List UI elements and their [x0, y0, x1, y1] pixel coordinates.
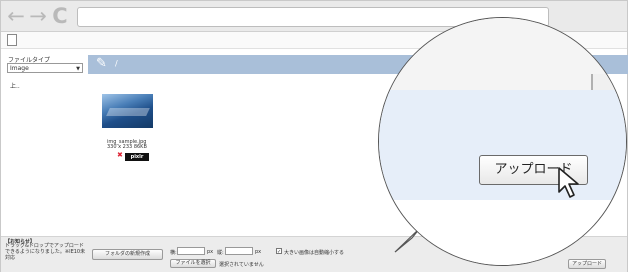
parent-folder-link[interactable]: 上.. [10, 81, 20, 90]
pixlr-button[interactable]: pixlr [125, 153, 149, 161]
thumbnail-highlight [106, 108, 150, 116]
height-label: 縦: [217, 250, 224, 256]
no-file-text: 選択されていません [219, 262, 264, 268]
resize-checkbox[interactable]: ✓ [276, 248, 282, 255]
delete-icon[interactable]: ✖ [117, 151, 123, 159]
width-input[interactable] [177, 247, 205, 255]
current-path: / [115, 59, 118, 68]
file-meta: 330 x 233 86KB [107, 144, 147, 150]
mouse-pointer-icon [558, 167, 579, 198]
reload-icon[interactable]: C [49, 5, 71, 27]
height-unit: px [255, 249, 262, 255]
height-input[interactable] [225, 247, 253, 255]
folder-pencil-icon: ✎ [96, 56, 107, 71]
image-thumbnail[interactable] [102, 94, 153, 128]
document-icon [7, 34, 17, 46]
magnifier-callout: アップロード [378, 17, 627, 266]
resize-label: 大きい画像は自動縮小する [284, 250, 345, 256]
magnified-content-area [379, 200, 626, 265]
width-unit: px [207, 249, 214, 255]
notice-text: ドラッグ&ドロップでアップロードできるようになりました。※IE10未対応 [5, 243, 86, 261]
file-actions: ✖ [117, 151, 123, 159]
width-label: 横: [170, 250, 177, 256]
choose-file-button[interactable]: ファイルを選択 [170, 259, 216, 268]
chevron-down-icon: ▼ [76, 66, 80, 72]
filetype-select[interactable]: Image ▼ [7, 63, 83, 73]
filetype-value: Image [10, 65, 29, 72]
new-folder-button[interactable]: フォルダの新規作成 [92, 249, 163, 260]
magnified-toolbar-area [379, 18, 626, 96]
forward-icon[interactable]: → [27, 5, 49, 27]
back-icon[interactable]: ← [5, 5, 27, 27]
